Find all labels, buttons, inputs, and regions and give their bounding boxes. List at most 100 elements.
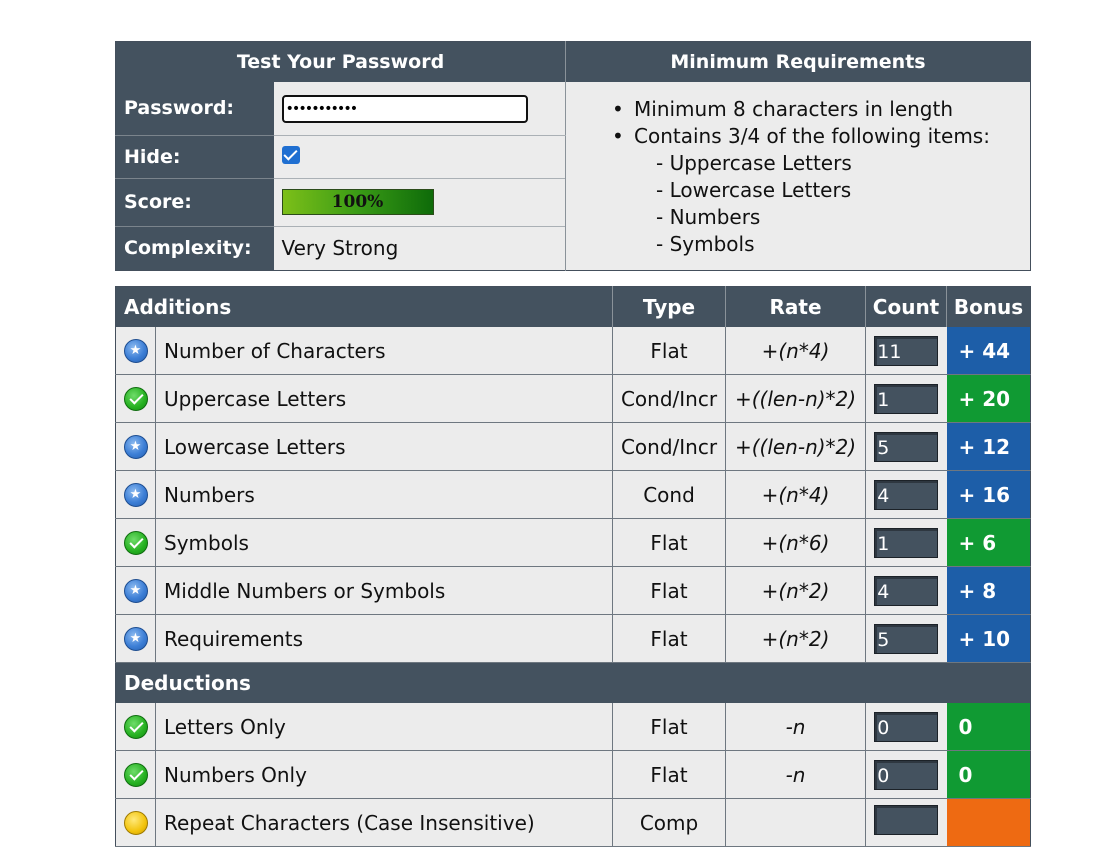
requirement-item: Contains 3/4 of the following items: - U… [612, 123, 1030, 258]
row-bonus: + 6 [946, 518, 1031, 567]
status-icon-cell [115, 374, 156, 423]
requirements-list: Minimum 8 characters in length Contains … [612, 96, 1030, 258]
table-row: Number of CharactersFlat+(n*4) 11+ 44 [115, 327, 1031, 375]
type-header: Type [612, 286, 726, 327]
status-icon-cell [115, 470, 156, 519]
row-rate: +(n*2) [725, 614, 866, 663]
row-count-cell: 4 [865, 470, 947, 519]
row-count-cell: 1 [865, 518, 947, 567]
status-icon-cell [115, 422, 156, 471]
count-field: 1 [874, 527, 939, 558]
table-row: NumbersCond+(n*4) 4+ 16 [115, 470, 1031, 519]
complexity-value: Very Strong [273, 226, 566, 270]
row-count-cell: 0 [865, 750, 947, 799]
row-bonus: + 44 [946, 327, 1031, 375]
row-bonus: + 8 [946, 566, 1031, 615]
check-icon [123, 715, 148, 740]
row-type: Comp [612, 798, 726, 847]
row-rate: -n [725, 750, 866, 799]
row-rate: +(n*2) [725, 566, 866, 615]
row-count-cell: 11 [865, 327, 947, 375]
status-icon-cell [115, 798, 156, 847]
row-bonus: + 16 [946, 470, 1031, 519]
score-percent: 100% [331, 192, 384, 212]
table-row: Numbers Only Flat -n 0 0 [115, 750, 1031, 799]
count-field: 11 [874, 335, 939, 366]
row-name: Letters Only [155, 703, 613, 751]
row-name: Middle Numbers or Symbols [155, 566, 613, 615]
deductions-header: Deductions [115, 662, 1031, 703]
count-field: 0 [874, 711, 939, 742]
count-header: Count [865, 286, 947, 327]
bonus-header: Bonus [946, 286, 1031, 327]
plus-star-icon [123, 579, 148, 604]
row-bonus: + 20 [946, 374, 1031, 423]
requirements-box: Minimum 8 characters in length Contains … [565, 82, 1031, 270]
row-name: Uppercase Letters [155, 374, 613, 423]
score-label: Score: [115, 178, 274, 227]
table-row: Uppercase Letters Cond/Incr +((len-n)*2) 1 +… [115, 374, 1031, 423]
scoring-table: Additions Type Rate Count Bonus Number o… [115, 286, 1032, 847]
row-rate [725, 798, 866, 847]
row-count-cell: 4 [865, 566, 947, 615]
count-field: 0 [874, 759, 939, 790]
table-row: Repeat Characters (Case Insensitive) Comp [115, 798, 1031, 847]
row-bonus: + 12 [946, 422, 1031, 471]
requirement-item-text: Contains 3/4 of the following items: [634, 124, 990, 148]
row-type: Flat [612, 518, 726, 567]
row-rate: +(n*4) [725, 470, 866, 519]
row-bonus: 0 [946, 750, 1031, 799]
row-rate: +(n*4) [725, 327, 866, 375]
table-row: Lowercase LettersCond/Incr+((len-n)*2) 5+… [115, 422, 1031, 471]
table-row: Letters Only Flat -n 0 0 [115, 703, 1031, 751]
minimum-requirements-title: Minimum Requirements [565, 41, 1031, 82]
row-bonus: + 10 [946, 614, 1031, 663]
row-bonus: 0 [946, 703, 1031, 751]
requirement-subitem: - Uppercase Letters [656, 151, 852, 175]
count-field [874, 805, 939, 835]
requirement-subitem: - Lowercase Letters [656, 178, 852, 202]
row-name: Requirements [155, 614, 613, 663]
plus-star-icon [123, 339, 148, 364]
check-icon [123, 763, 148, 788]
row-name: Numbers [155, 470, 613, 519]
password-input[interactable] [281, 94, 528, 123]
status-icon-cell [115, 566, 156, 615]
rate-header: Rate [725, 286, 866, 327]
additions-header: Additions [115, 286, 613, 327]
row-rate: +((len-n)*2) [725, 422, 866, 471]
row-type: Cond/Incr [612, 422, 726, 471]
score-progress-bar: 100% [281, 189, 434, 215]
row-count-cell: 5 [865, 422, 947, 471]
count-field: 1 [874, 383, 939, 414]
row-rate: +(n*6) [725, 518, 866, 567]
requirement-item: Minimum 8 characters in length [612, 96, 1030, 123]
row-type: Cond/Incr [612, 374, 726, 423]
row-name: Numbers Only [155, 750, 613, 799]
row-count-cell: 5 [865, 614, 947, 663]
row-count-cell: 1 [865, 374, 947, 423]
row-rate: +((len-n)*2) [725, 374, 866, 423]
deductions-header-row: Deductions [115, 662, 1031, 703]
hide-label: Hide: [115, 135, 274, 179]
test-password-title: Test Your Password [115, 41, 566, 82]
row-type: Flat [612, 614, 726, 663]
status-icon-cell [115, 703, 156, 751]
status-icon-cell [115, 750, 156, 799]
row-type: Flat [612, 750, 726, 799]
count-field: 5 [874, 623, 939, 654]
row-type: Flat [612, 327, 726, 375]
row-bonus [946, 798, 1031, 847]
requirement-subitem: - Symbols [656, 232, 755, 256]
hide-checkbox[interactable] [281, 145, 300, 164]
status-icon-cell [115, 614, 156, 663]
count-field: 4 [874, 575, 939, 606]
row-name: Number of Characters [155, 327, 613, 375]
plus-star-icon [123, 483, 148, 508]
count-field: 5 [874, 431, 939, 462]
warning-icon [123, 811, 148, 836]
status-icon-cell [115, 518, 156, 567]
check-icon [123, 531, 148, 556]
count-field: 4 [874, 479, 939, 510]
row-count-cell [865, 798, 947, 847]
